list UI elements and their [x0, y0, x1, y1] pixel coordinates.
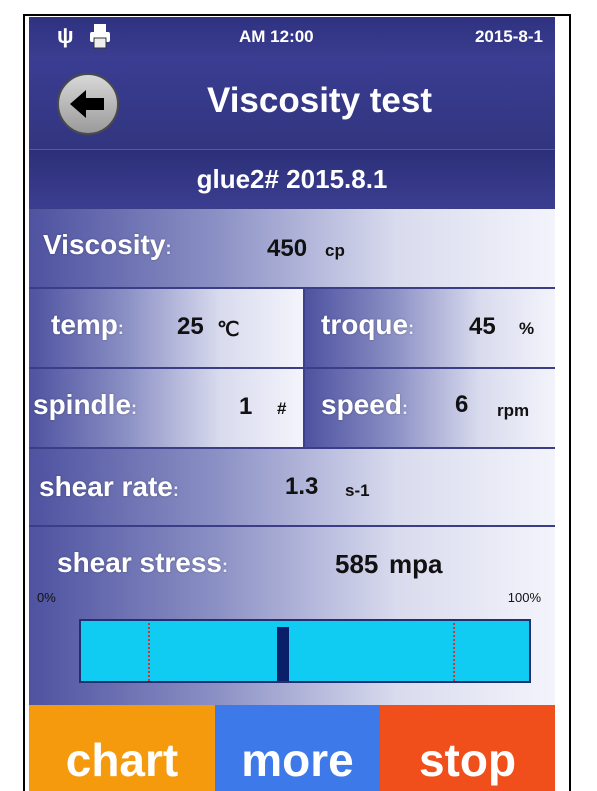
- sample-name: glue2# 2015.8.1: [29, 149, 555, 208]
- troque-value: 45: [469, 313, 496, 340]
- troque-cell: troque: 45 %: [305, 289, 555, 367]
- page-title: Viscosity test: [206, 81, 433, 120]
- spindle-value: 1: [239, 393, 253, 420]
- temp-colon: :: [117, 318, 124, 338]
- temp-label-text: temp: [51, 309, 118, 340]
- shear-rate-value: 1.3: [285, 473, 319, 500]
- shear-stress-value: 585: [335, 549, 379, 579]
- spindle-label: spindle:: [33, 389, 137, 421]
- viscosity-row: Viscosity: 450 cp: [29, 207, 555, 287]
- spindle-label-text: spindle: [33, 389, 132, 420]
- shear-gauge: [79, 619, 531, 683]
- spindle-cell: spindle: 1 #: [29, 369, 303, 447]
- status-bar: ψ AM 12:00 2015-8-1: [29, 17, 555, 57]
- status-date: 2015-8-1: [474, 27, 543, 46]
- troque-label-text: troque: [321, 309, 409, 340]
- temp-unit: ℃: [217, 319, 240, 341]
- gauge-min-label: 0%: [37, 590, 56, 605]
- more-button[interactable]: more: [215, 705, 380, 791]
- spindle-colon: :: [131, 398, 138, 418]
- temp-label: temp:: [51, 309, 124, 341]
- speed-cell: speed: 6 rpm: [305, 369, 555, 447]
- shear-stress-label-text: shear stress: [57, 547, 223, 578]
- temp-cell: temp: 25 ℃: [29, 289, 303, 367]
- spindle-unit: #: [277, 399, 287, 418]
- speed-unit: rpm: [497, 401, 530, 420]
- shear-stress-colon: :: [222, 556, 229, 576]
- viscosity-unit: cp: [325, 241, 345, 260]
- shear-rate-label-text: shear rate: [39, 471, 173, 502]
- stop-button[interactable]: stop: [380, 705, 555, 791]
- chart-button[interactable]: chart: [29, 705, 215, 791]
- temp-value: 25: [177, 313, 204, 340]
- speed-value: 6: [455, 391, 469, 418]
- spindle-speed-row: spindle: 1 # speed: 6 rpm: [29, 367, 555, 447]
- speed-label: speed:: [321, 389, 408, 421]
- speed-colon: :: [401, 398, 408, 418]
- gauge-high-limit: [452, 623, 455, 681]
- status-time: AM 12:00: [239, 27, 314, 46]
- shear-stress-label: shear stress:: [57, 547, 228, 579]
- temp-troque-row: temp: 25 ℃ troque: 45 %: [29, 287, 555, 367]
- usb-icon: ψ: [57, 23, 74, 48]
- gauge-low-limit: [148, 623, 151, 681]
- troque-label: troque:: [321, 309, 414, 341]
- troque-unit: %: [519, 319, 535, 338]
- viscosity-label-text: Viscosity: [43, 229, 166, 260]
- gauge-needle: [276, 627, 289, 681]
- viscosity-value: 450: [267, 235, 308, 262]
- shear-rate-label: shear rate:: [39, 471, 179, 503]
- screen: ψ AM 12:00 2015-8-1 Viscosity test glue2…: [29, 17, 555, 791]
- printer-icon: [90, 24, 110, 49]
- speed-label-text: speed: [321, 389, 402, 420]
- viscosity-label: Viscosity:: [43, 229, 171, 261]
- shear-rate-row: shear rate: 1.3 s-1: [29, 447, 555, 525]
- shear-stress-unit: mpa: [389, 549, 443, 579]
- gauge-max-label: 100%: [507, 590, 541, 605]
- header: Viscosity test: [29, 57, 555, 149]
- viscosity-colon: :: [165, 238, 172, 258]
- shear-rate-unit: s-1: [345, 481, 370, 500]
- shear-rate-colon: :: [172, 480, 179, 500]
- troque-colon: :: [408, 318, 415, 338]
